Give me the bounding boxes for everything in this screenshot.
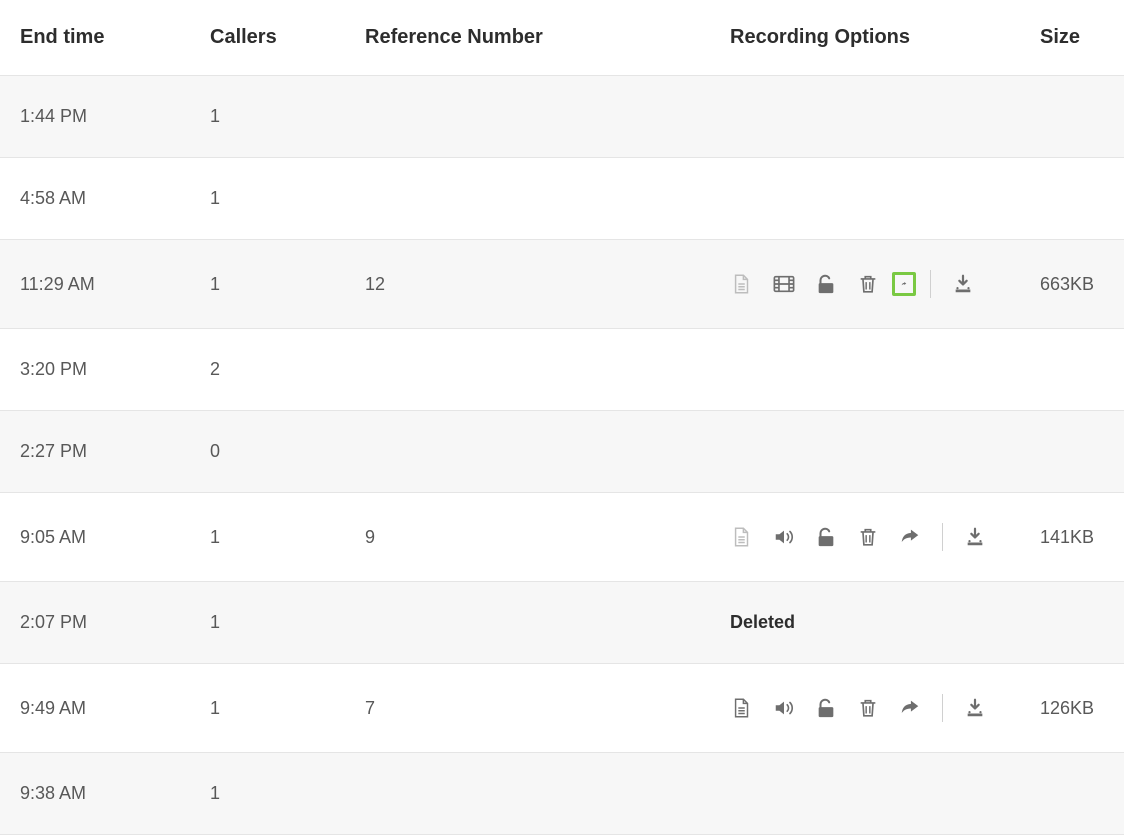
cell-size (1020, 76, 1124, 158)
cell-reference (345, 158, 710, 240)
cell-callers: 0 (190, 411, 345, 493)
cell-recording-options (710, 753, 1020, 835)
download-icon[interactable] (951, 272, 975, 296)
cell-size: 126KB (1020, 664, 1124, 753)
cell-end-time: 4:58 AM (0, 158, 190, 240)
recording-options-icons (730, 270, 1020, 298)
cell-end-time: 9:49 AM (0, 664, 190, 753)
cell-size (1020, 753, 1124, 835)
cell-end-time: 2:07 PM (0, 582, 190, 664)
audio-icon[interactable] (772, 696, 796, 720)
download-icon[interactable] (963, 525, 987, 549)
cell-end-time: 3:20 PM (0, 329, 190, 411)
cell-recording-options (710, 664, 1020, 753)
table-row: 4:58 AM1 (0, 158, 1124, 240)
audio-icon[interactable] (772, 525, 796, 549)
cell-reference (345, 76, 710, 158)
cell-reference (345, 329, 710, 411)
table-row: 9:05 AM19 141KB (0, 493, 1124, 582)
cell-recording-options (710, 240, 1020, 329)
table-header: End time Callers Reference Number Record… (0, 0, 1124, 76)
col-header-reference[interactable]: Reference Number (345, 0, 710, 76)
cell-recording-options: Deleted (710, 582, 1020, 664)
cell-end-time: 11:29 AM (0, 240, 190, 329)
recording-options-icons (730, 694, 1020, 722)
cell-reference: 12 (345, 240, 710, 329)
table-row: 3:20 PM2 (0, 329, 1124, 411)
cell-recording-options (710, 493, 1020, 582)
cell-callers: 1 (190, 76, 345, 158)
icon-divider (942, 523, 943, 551)
cell-end-time: 1:44 PM (0, 76, 190, 158)
table-row: 9:38 AM1 (0, 753, 1124, 835)
recording-options-icons (730, 523, 1020, 551)
table-row: 11:29 AM112 663KB (0, 240, 1124, 329)
cell-callers: 1 (190, 158, 345, 240)
cell-callers: 2 (190, 329, 345, 411)
share-icon[interactable] (892, 272, 916, 296)
cell-end-time: 9:05 AM (0, 493, 190, 582)
cell-reference: 7 (345, 664, 710, 753)
cell-end-time: 9:38 AM (0, 753, 190, 835)
table-row: 2:27 PM0 (0, 411, 1124, 493)
deleted-label: Deleted (730, 612, 795, 632)
recordings-table: End time Callers Reference Number Record… (0, 0, 1124, 835)
cell-size (1020, 582, 1124, 664)
film-icon[interactable] (772, 272, 796, 296)
icon-divider (930, 270, 931, 298)
col-header-size[interactable]: Size (1020, 0, 1124, 76)
unlock-icon[interactable] (814, 272, 838, 296)
col-header-recording-options[interactable]: Recording Options (710, 0, 1020, 76)
cell-reference (345, 411, 710, 493)
cell-callers: 1 (190, 664, 345, 753)
unlock-icon[interactable] (814, 696, 838, 720)
cell-callers: 1 (190, 240, 345, 329)
document-icon[interactable] (730, 696, 754, 720)
share-icon[interactable] (898, 696, 922, 720)
trash-icon[interactable] (856, 272, 880, 296)
cell-reference (345, 582, 710, 664)
table-row: 2:07 PM1 Deleted (0, 582, 1124, 664)
cell-end-time: 2:27 PM (0, 411, 190, 493)
cell-callers: 1 (190, 753, 345, 835)
unlock-icon[interactable] (814, 525, 838, 549)
document-icon[interactable] (730, 525, 754, 549)
icon-divider (942, 694, 943, 722)
cell-recording-options (710, 329, 1020, 411)
document-icon[interactable] (730, 272, 754, 296)
cell-callers: 1 (190, 493, 345, 582)
col-header-callers[interactable]: Callers (190, 0, 345, 76)
download-icon[interactable] (963, 696, 987, 720)
cell-size: 663KB (1020, 240, 1124, 329)
cell-reference (345, 753, 710, 835)
cell-size (1020, 158, 1124, 240)
share-icon[interactable] (898, 525, 922, 549)
table-row: 1:44 PM1 (0, 76, 1124, 158)
table-row: 9:49 AM17 126KB (0, 664, 1124, 753)
cell-reference: 9 (345, 493, 710, 582)
trash-icon[interactable] (856, 525, 880, 549)
col-header-end-time[interactable]: End time (0, 0, 190, 76)
cell-callers: 1 (190, 582, 345, 664)
cell-recording-options (710, 76, 1020, 158)
cell-recording-options (710, 411, 1020, 493)
cell-recording-options (710, 158, 1020, 240)
cell-size (1020, 329, 1124, 411)
trash-icon[interactable] (856, 696, 880, 720)
cell-size (1020, 411, 1124, 493)
cell-size: 141KB (1020, 493, 1124, 582)
